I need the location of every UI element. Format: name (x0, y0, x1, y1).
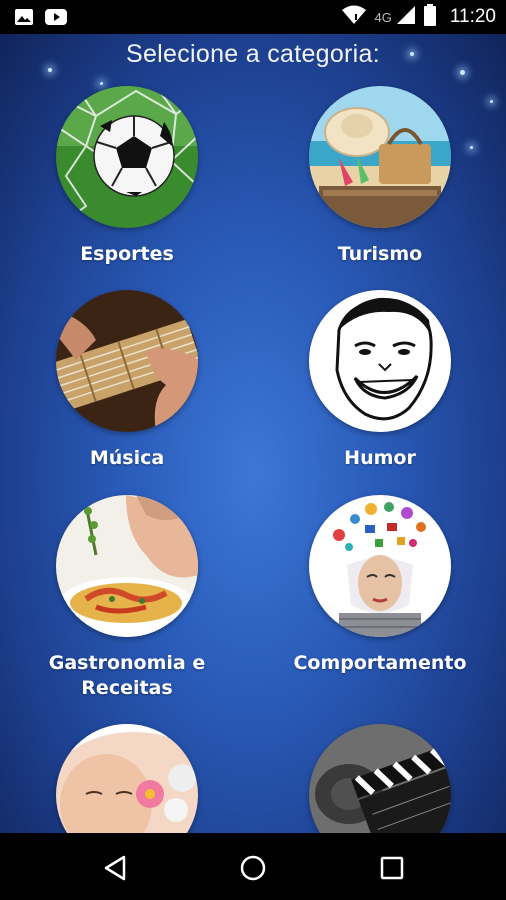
back-button[interactable] (95, 851, 135, 885)
back-triangle-icon (104, 855, 126, 881)
category-musica[interactable]: Música (7, 290, 247, 471)
category-label: Comportamento (293, 652, 467, 674)
category-cinema[interactable] (260, 724, 500, 833)
status-bar: 4G 11:20 (0, 0, 506, 34)
clapperboard-image (309, 724, 451, 833)
clock: 11:20 (449, 6, 496, 27)
battery-icon (423, 4, 436, 30)
category-label: Turismo (337, 243, 423, 265)
thinking-woman-image (309, 495, 451, 637)
category-comportamento[interactable]: Comportamento (260, 495, 500, 676)
home-button[interactable] (233, 851, 273, 885)
sparkle-decoration (100, 82, 103, 85)
category-gastronomia-e-receitas[interactable]: Gastronomia e Receitas (7, 495, 247, 701)
page-title: Selecione a categoria: (126, 40, 380, 68)
youtube-notification-icon (44, 8, 68, 30)
home-circle-icon (240, 855, 266, 881)
wifi-icon (341, 5, 367, 29)
recents-square-icon (380, 856, 404, 880)
category-turismo[interactable]: Turismo (260, 86, 500, 267)
signal-icon (396, 5, 416, 29)
meme-face-image (309, 290, 451, 432)
category-esportes[interactable]: Esportes (7, 86, 247, 267)
food-dish-image (56, 495, 198, 637)
category-label: Gastronomia e Receitas (48, 652, 206, 699)
category-label: Humor (344, 447, 416, 469)
spa-woman-image (56, 724, 198, 833)
beach-bag-image (309, 86, 451, 228)
soccer-ball-image (56, 86, 198, 228)
guitar-image (56, 290, 198, 432)
recents-button[interactable] (372, 851, 412, 885)
category-screen: Selecione a categoria: Esportes Turismo … (0, 34, 506, 833)
sparkle-decoration (460, 70, 465, 75)
category-label: Esportes (80, 243, 174, 265)
image-notification-icon (14, 8, 34, 30)
category-label: Música (89, 447, 165, 469)
category-humor[interactable]: Humor (260, 290, 500, 471)
category-spa[interactable] (7, 724, 247, 833)
network-type: 4G (374, 9, 392, 25)
navigation-bar (0, 833, 506, 900)
